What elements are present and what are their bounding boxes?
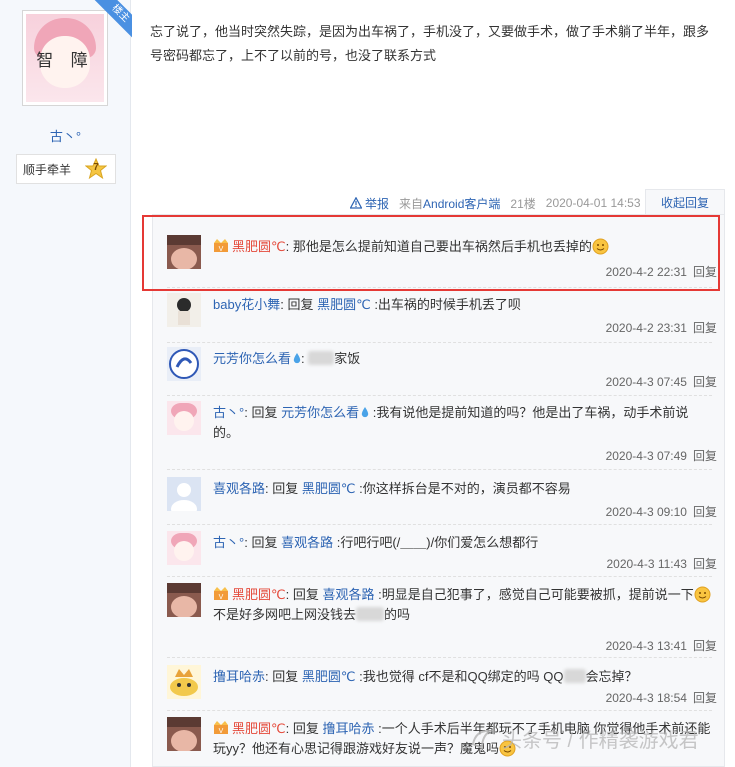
reply-target[interactable]: 黑肥圆℃ bbox=[317, 297, 371, 312]
reply-target[interactable]: 元芳你怎么看 bbox=[281, 405, 359, 420]
reply-time: 2020-4-3 09:10 bbox=[605, 505, 687, 519]
reply-username[interactable]: 古丶° bbox=[213, 535, 244, 550]
reply-username[interactable]: 喜观各路 bbox=[213, 481, 265, 496]
reply-avatar[interactable] bbox=[167, 665, 201, 699]
reply-button[interactable]: 回复 bbox=[693, 639, 717, 653]
reply-time: 2020-4-3 11:43 bbox=[606, 557, 687, 571]
reply-avatar[interactable] bbox=[167, 583, 201, 617]
reply-avatar[interactable] bbox=[167, 347, 201, 381]
blurred-text bbox=[356, 607, 385, 621]
reply-footer: 2020-4-3 09:10 回复 bbox=[606, 503, 717, 520]
reply-footer: 2020-4-3 07:45 回复 bbox=[606, 373, 717, 390]
reply-footer: 2020-4-3 07:49 回复 bbox=[606, 447, 717, 464]
reply-username[interactable]: baby花小舞 bbox=[213, 297, 280, 312]
highlight-box bbox=[142, 215, 720, 291]
level-star-icon: 7 bbox=[84, 157, 108, 180]
reply-button[interactable]: 回复 bbox=[693, 321, 717, 335]
reply-footer: 2020-4-3 18:54 回复 bbox=[606, 689, 717, 706]
reply-target[interactable]: 喜观各路 bbox=[281, 535, 333, 550]
reply-time: 2020-4-3 18:54 bbox=[605, 691, 687, 705]
blurred-text bbox=[563, 669, 586, 683]
reply-text: :明显是自己犯事了，感觉自己可能要被抓，提前说一下 bbox=[378, 587, 694, 602]
author-column: 智 障 楼主 古丶° 顺手牵羊 7 bbox=[0, 0, 132, 767]
reply-time: 2020-4-2 23:31 bbox=[605, 321, 687, 335]
reply-time: 2020-4-3 07:45 bbox=[605, 375, 687, 389]
reply-avatar[interactable] bbox=[167, 401, 201, 435]
warning-icon bbox=[350, 197, 362, 209]
reply-button[interactable]: 回复 bbox=[693, 505, 717, 519]
reply-text: 家饭 bbox=[334, 351, 361, 366]
reply-content: 古丶°: 回复 喜观各路 :行吧行吧(/＿＿)/你们爱怎么想都行 bbox=[213, 535, 539, 550]
reply-username[interactable]: 撸耳哈赤 bbox=[213, 669, 265, 684]
reply-content: 喜观各路: 回复 黑肥圆℃ :你这样拆台是不对的，演员都不容易 bbox=[213, 481, 571, 496]
reply-target[interactable]: 黑肥圆℃ bbox=[302, 669, 356, 684]
collapse-replies-button[interactable]: 收起回复 bbox=[645, 189, 725, 215]
water-drop-icon bbox=[293, 353, 301, 364]
reply-panel: V 黑肥圆℃: 那他是怎么提前知道自己要出车祸然后手机也丢掉的 2020-4-2 … bbox=[152, 214, 725, 767]
reply-footer: 2020-4-3 13:41 回复 bbox=[606, 637, 717, 654]
reply-target[interactable]: 撸耳哈赤 bbox=[322, 721, 374, 736]
reply-avatar[interactable] bbox=[167, 717, 201, 751]
vip-crown-icon: V bbox=[214, 587, 228, 601]
reply-content: 古丶°: 回复 元芳你怎么看 :我有说他是提前知道的吗？他是出了车祸，动手术前说… bbox=[213, 405, 689, 440]
report-link[interactable]: 举报 bbox=[350, 195, 389, 212]
reply-content: 元芳你怎么看: 家饭 bbox=[213, 351, 361, 366]
reply-text: :你这样拆台是不对的，演员都不容易 bbox=[359, 481, 571, 496]
reply-content: 撸耳哈赤: 回复 黑肥圆℃ :我也觉得 cf不是和QQ绑定的吗 QQ 会忘掉？ bbox=[213, 669, 638, 684]
post-source: 来自Android客户端 bbox=[399, 196, 501, 211]
reply-username[interactable]: 元芳你怎么看 bbox=[213, 351, 291, 366]
post-content: 忘了说了，他当时突然失踪，是因为出车祸了，手机没了，又要做手术，做了手术躺了半年… bbox=[150, 24, 710, 63]
vip-crown-icon: V bbox=[214, 721, 228, 735]
avatar-text: 智 障 bbox=[36, 51, 94, 71]
client-link[interactable]: Android客户端 bbox=[423, 197, 500, 211]
reply-username[interactable]: 黑肥圆℃ bbox=[232, 587, 286, 602]
reply-button[interactable]: 回复 bbox=[693, 375, 717, 389]
reply-footer: 2020-4-2 23:31 回复 bbox=[606, 319, 717, 336]
svg-text:V: V bbox=[219, 594, 224, 601]
reply-time: 2020-4-3 13:41 bbox=[605, 639, 687, 653]
reply-target[interactable]: 喜观各路 bbox=[322, 587, 374, 602]
post-time: 2020-04-01 14:53 bbox=[545, 196, 641, 210]
floor-number: 21楼 bbox=[510, 196, 536, 211]
reply-time: 2020-4-3 07:49 bbox=[605, 449, 687, 463]
reply-username[interactable]: 古丶° bbox=[213, 405, 244, 420]
reply-username[interactable]: 黑肥圆℃ bbox=[232, 721, 286, 736]
reply-avatar[interactable] bbox=[167, 531, 201, 565]
smile-emoji-icon bbox=[694, 586, 711, 603]
reply-button[interactable]: 回复 bbox=[693, 557, 717, 571]
reply-text: :出车祸的时候手机丢了呗 bbox=[374, 297, 521, 312]
watermark-logo-icon bbox=[471, 729, 494, 750]
reply-target[interactable]: 黑肥圆℃ bbox=[302, 481, 356, 496]
post-meta: 举报 来自Android客户端 21楼 2020-04-01 14:53 bbox=[350, 192, 641, 214]
reply-avatar[interactable] bbox=[167, 477, 201, 511]
medal-label: 顺手牵羊 bbox=[23, 162, 72, 177]
svg-text:V: V bbox=[219, 728, 224, 735]
reply-button[interactable]: 回复 bbox=[693, 449, 717, 463]
water-drop-icon bbox=[361, 407, 369, 418]
author-name[interactable]: 古丶° bbox=[0, 126, 131, 145]
reply-avatar[interactable] bbox=[167, 293, 201, 327]
level-medal[interactable]: 顺手牵羊 7 bbox=[16, 154, 116, 184]
blurred-text bbox=[308, 351, 335, 365]
reply-button[interactable]: 回复 bbox=[693, 691, 717, 705]
watermark: 头条号 / 作精袭游戏君 bbox=[470, 724, 699, 753]
reply-text: :我也觉得 cf不是和QQ绑定的吗 QQ bbox=[359, 669, 564, 684]
reply-content: V 黑肥圆℃: 回复 喜观各路 :明显是自己犯事了，感觉自己可能要被抓，提前说一下… bbox=[213, 585, 713, 625]
reply-footer: 2020-4-3 11:43 回复 bbox=[606, 555, 717, 572]
reply-text: :行吧行吧(/＿＿)/你们爱怎么想都行 bbox=[336, 535, 539, 550]
reply-content: baby花小舞: 回复 黑肥圆℃ :出车祸的时候手机丢了呗 bbox=[213, 297, 521, 312]
op-badge: 楼主 bbox=[92, 0, 132, 40]
